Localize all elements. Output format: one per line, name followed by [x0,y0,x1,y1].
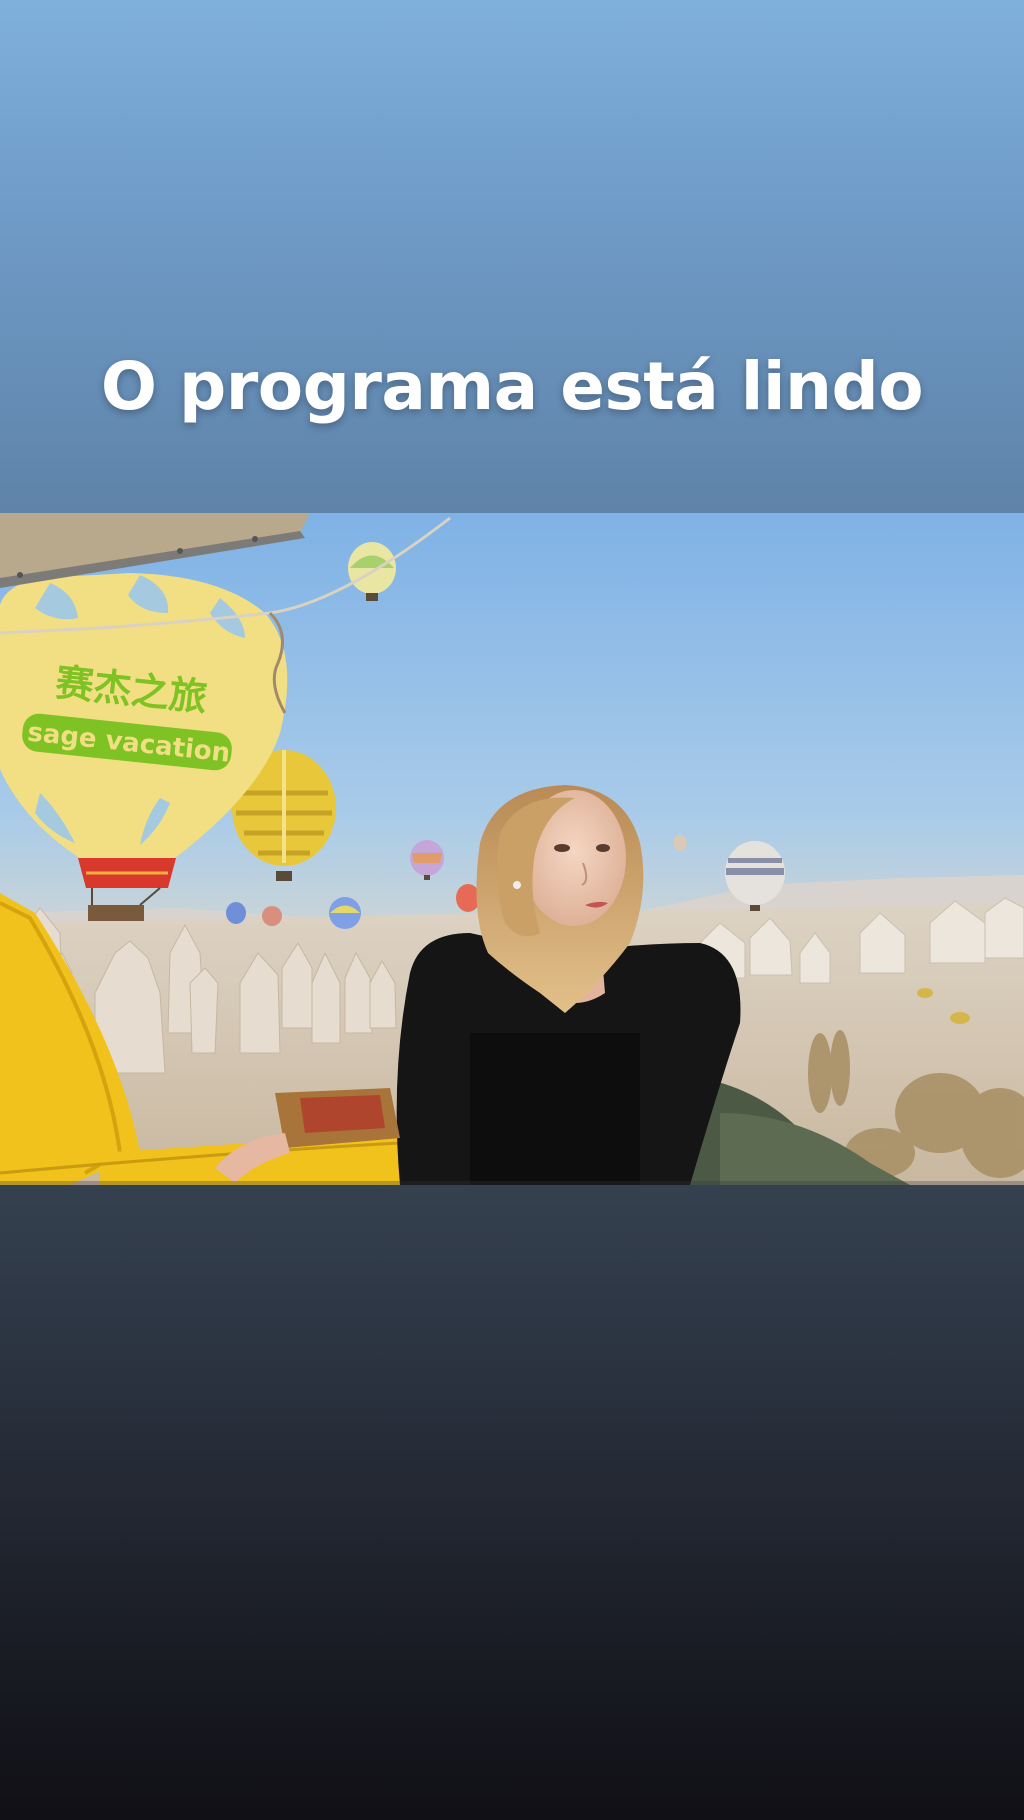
story-bottom-background [0,1185,1024,1820]
balloon-small-2 [262,906,282,926]
story-photo: 赛杰之旅 sage vacation [0,513,1024,1185]
story-top-background [0,0,1024,513]
balloon-small-3 [673,835,687,851]
balloon-small-1 [226,902,246,924]
balloon-blue [329,897,361,929]
story-caption-text: O programa está lindo [100,348,924,425]
balloon-red [456,884,480,912]
